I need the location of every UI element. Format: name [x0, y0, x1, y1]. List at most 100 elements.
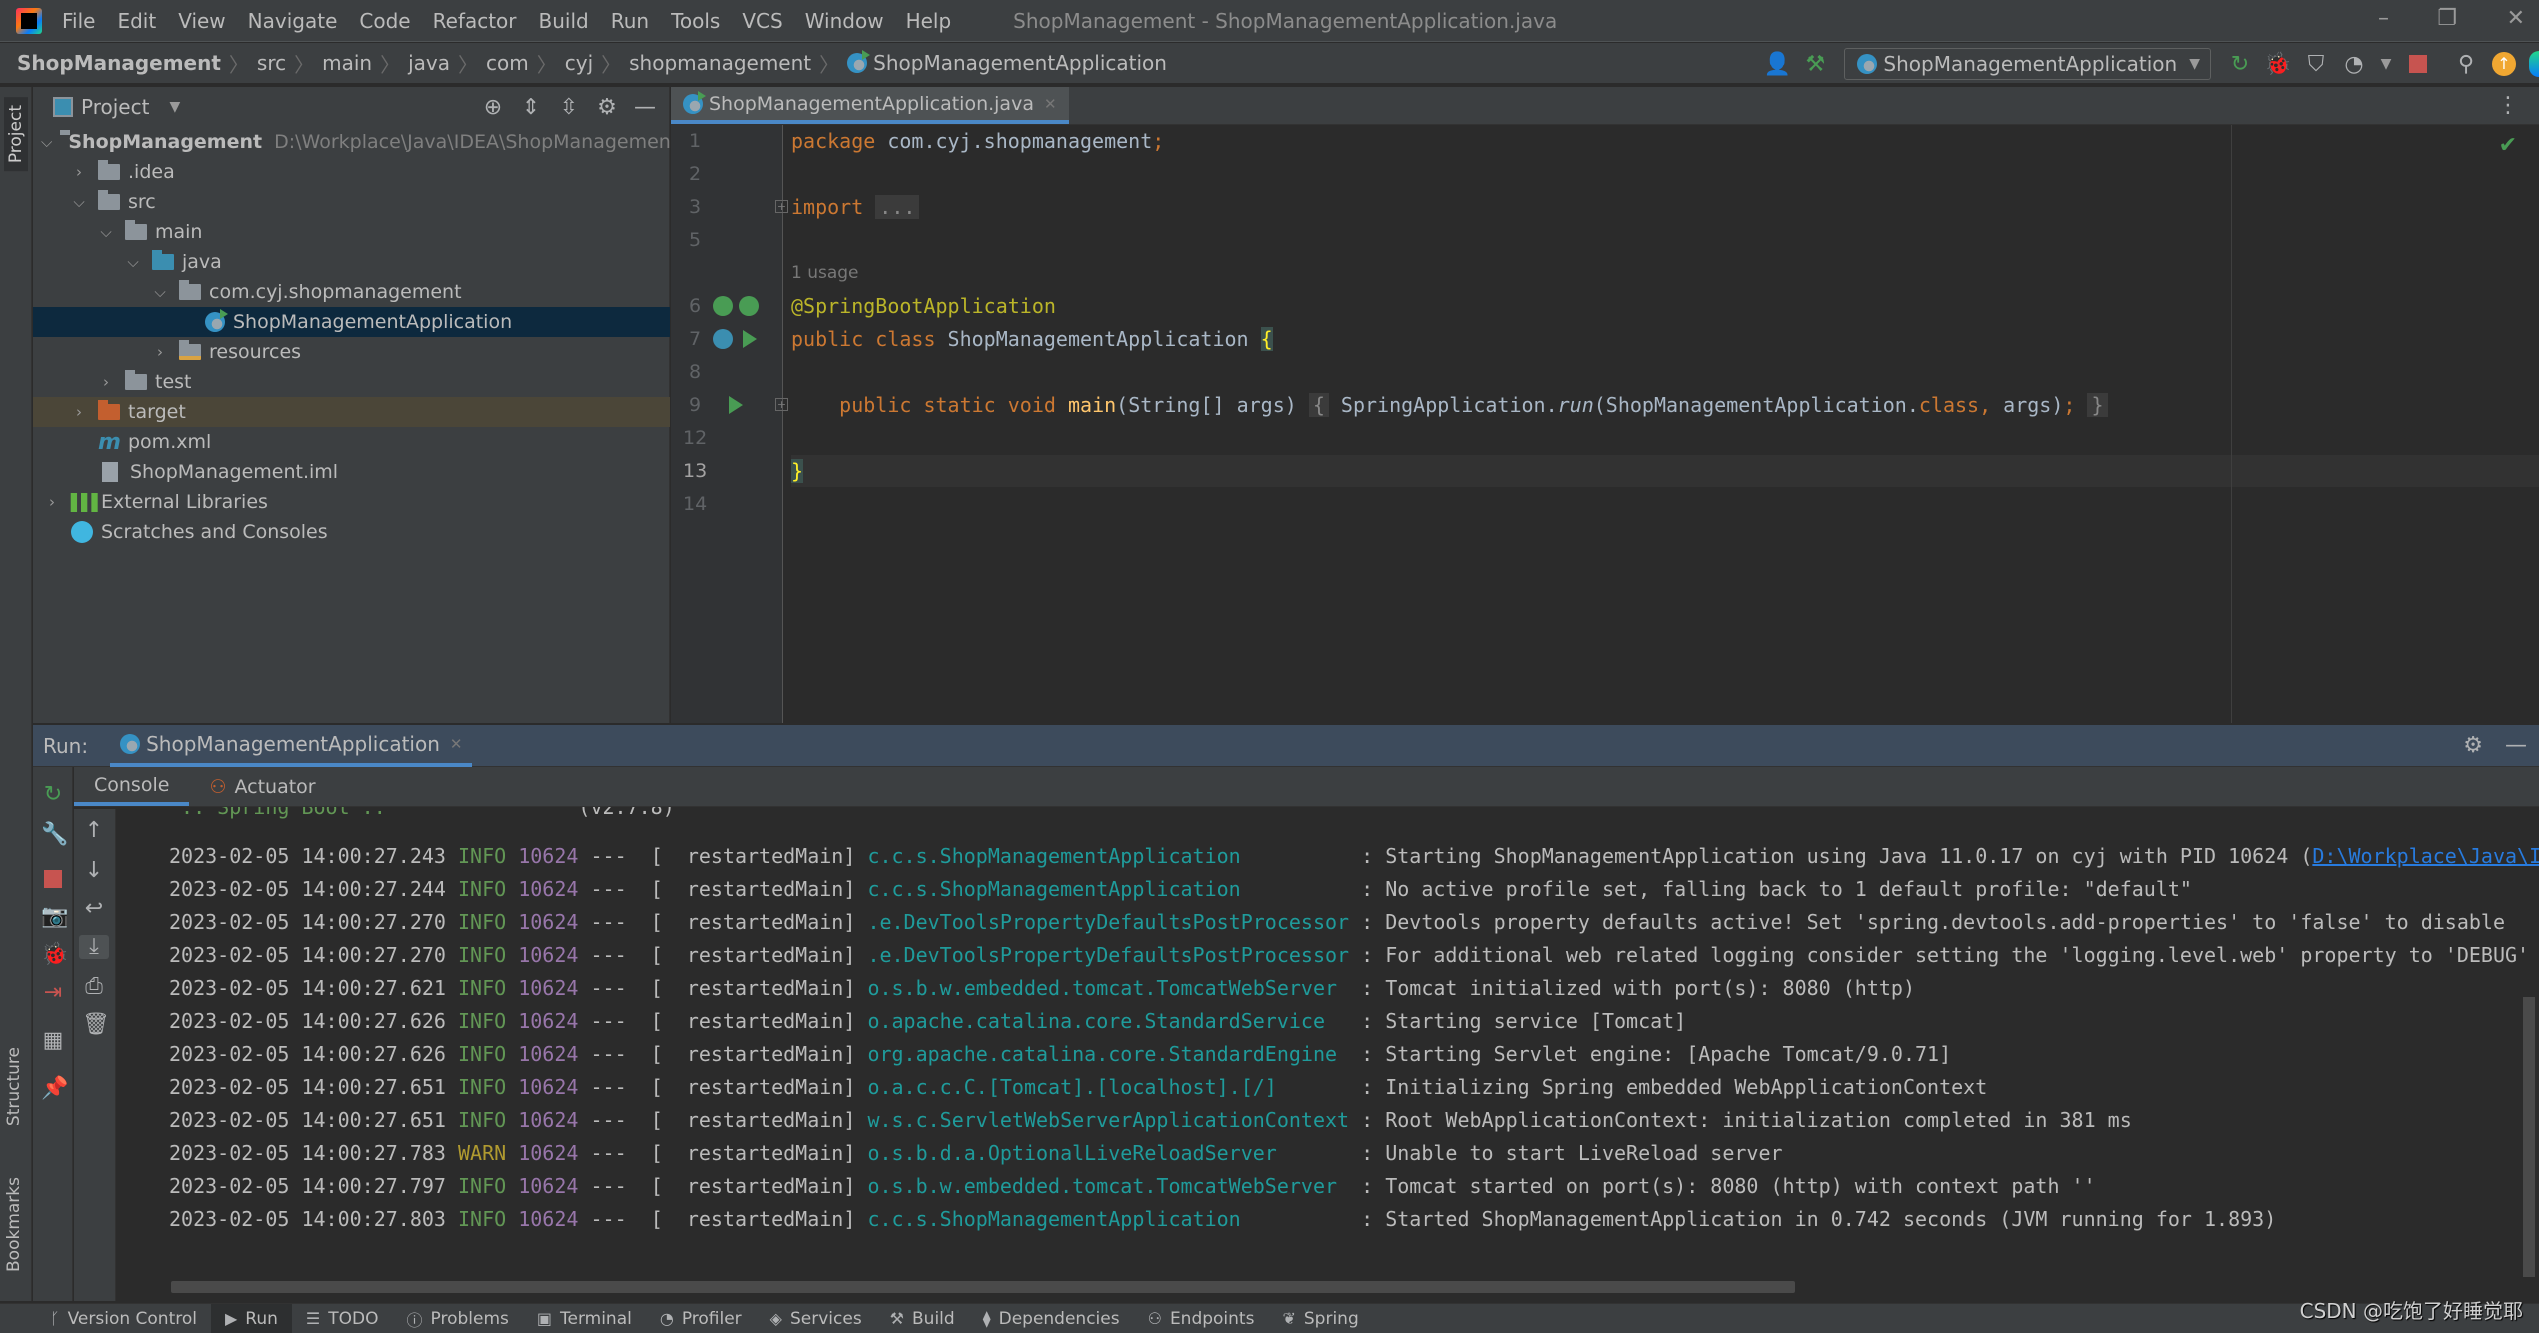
locate-file-icon[interactable]: ⊕: [479, 93, 507, 121]
tool-tab-bookmarks[interactable]: Bookmarks: [4, 1177, 24, 1272]
breadcrumb-main[interactable]: main: [322, 51, 372, 75]
spring-boot-app-icon[interactable]: [713, 329, 733, 349]
fold-method-icon[interactable]: +: [775, 398, 788, 411]
editor-tab-shopmanagementapplication[interactable]: ShopManagementApplication.java ✕: [671, 87, 1069, 124]
breadcrumb-class[interactable]: ShopManagementApplication: [873, 51, 1167, 75]
run-class-icon[interactable]: [743, 330, 757, 348]
no-problems-check-icon[interactable]: ✔: [2499, 133, 2517, 158]
chevron-right-icon[interactable]: ›: [68, 163, 90, 181]
chevron-down-icon[interactable]: ⌵: [122, 253, 144, 271]
breadcrumb-src[interactable]: src: [257, 51, 286, 75]
log-file-link[interactable]: D:\Workplace\Java\IDEA: [2312, 844, 2539, 868]
tool-window-terminal[interactable]: ▣ Terminal: [523, 1304, 646, 1333]
chevron-right-icon[interactable]: ›: [149, 343, 171, 361]
tree-item-iml[interactable]: ShopManagement.iml: [33, 457, 670, 487]
wrench-icon[interactable]: 🔧: [41, 823, 68, 847]
menu-build[interactable]: Build: [539, 9, 589, 33]
tree-item-resources[interactable]: › resources: [33, 337, 670, 367]
restore-button[interactable]: ❐: [2437, 6, 2457, 31]
tab-actuator[interactable]: ⚇ Actuator: [189, 767, 335, 806]
spring-config-icon[interactable]: [739, 296, 759, 316]
tree-item-target[interactable]: › target: [33, 397, 670, 427]
chevron-down-icon[interactable]: ⌵: [149, 283, 171, 301]
tree-item-external-libraries[interactable]: › ▌▌▌ External Libraries: [33, 487, 670, 517]
profile-icon[interactable]: ◔: [2341, 51, 2367, 77]
stop-icon[interactable]: [41, 867, 65, 891]
clear-all-icon[interactable]: 🗑: [82, 1013, 110, 1037]
hide-icon[interactable]: —: [631, 93, 659, 121]
chevron-right-icon[interactable]: ›: [41, 493, 63, 511]
menu-refactor[interactable]: Refactor: [433, 9, 517, 33]
menu-window[interactable]: Window: [805, 9, 884, 33]
pin-icon[interactable]: 📌: [41, 1077, 68, 1101]
tab-console[interactable]: Console: [74, 767, 190, 806]
update-icon[interactable]: ↑: [2491, 51, 2517, 77]
chevron-right-icon[interactable]: ›: [68, 403, 90, 421]
scroll-down-icon[interactable]: ↓: [82, 859, 106, 883]
debug-attach-icon[interactable]: 🐞: [41, 943, 68, 967]
chevron-down-icon[interactable]: ⌵: [68, 193, 90, 211]
menu-code[interactable]: Code: [359, 9, 410, 33]
tree-item-package[interactable]: ⌵ com.cyj.shopmanagement: [33, 277, 670, 307]
tool-tab-project[interactable]: Project: [4, 97, 28, 172]
rerun-icon[interactable]: ↻: [2227, 51, 2253, 77]
breadcrumb-project[interactable]: ShopManagement: [17, 51, 221, 75]
breadcrumb-com[interactable]: com: [486, 51, 529, 75]
scroll-up-icon[interactable]: ↑: [82, 819, 106, 843]
run-configuration-select[interactable]: ShopManagementApplication ▼: [1844, 48, 2211, 80]
chevron-down-icon[interactable]: ▼: [169, 99, 180, 115]
tool-window-services[interactable]: ◈ Services: [756, 1304, 876, 1333]
breadcrumb-cyj[interactable]: cyj: [565, 51, 593, 75]
chevron-right-icon[interactable]: ›: [95, 373, 117, 391]
close-tab-icon[interactable]: ✕: [450, 735, 463, 753]
fold-close-brace[interactable]: }: [2087, 393, 2108, 417]
tool-window-endpoints[interactable]: ⚇ Endpoints: [1134, 1304, 1269, 1333]
tool-window-todo[interactable]: ☰ TODO: [292, 1304, 393, 1333]
tree-item-scratches[interactable]: Scratches and Consoles: [33, 517, 670, 547]
tool-window-spring[interactable]: ❦ Spring: [1268, 1304, 1372, 1333]
menu-vcs[interactable]: VCS: [742, 9, 782, 33]
more-run-options-icon[interactable]: ▼: [2379, 51, 2393, 77]
horizontal-scrollbar[interactable]: [171, 1281, 1795, 1293]
tool-window-version-control[interactable]: ᚴ Version Control: [36, 1304, 211, 1333]
run-tab-shopmanagementapplication[interactable]: ShopManagementApplication ✕: [110, 725, 473, 767]
debug-icon[interactable]: 🐞: [2264, 51, 2291, 77]
tree-item-shopmanagement[interactable]: ⌵ ShopManagement D:\Workplace\Java\IDEA\…: [33, 127, 678, 157]
chevron-down-icon[interactable]: ⌵: [95, 223, 117, 241]
build-hammer-icon[interactable]: ⚒: [1802, 51, 1828, 77]
more-options-icon[interactable]: ⋮: [2497, 93, 2519, 118]
tree-item-java[interactable]: ⌵ java: [33, 247, 670, 277]
tree-item-test[interactable]: › test: [33, 367, 670, 397]
tool-tab-structure[interactable]: Structure: [4, 1047, 24, 1126]
tool-window-build[interactable]: ⚒ Build: [876, 1304, 969, 1333]
menu-file[interactable]: File: [62, 9, 95, 33]
exit-icon[interactable]: ⇥: [41, 981, 65, 1005]
menu-navigate[interactable]: Navigate: [248, 9, 338, 33]
tree-item-idea[interactable]: › .idea: [33, 157, 670, 187]
collapse-all-icon[interactable]: ⇳: [555, 93, 583, 121]
expand-all-icon[interactable]: ⇕: [517, 93, 545, 121]
menu-run[interactable]: Run: [611, 9, 649, 33]
menu-edit[interactable]: Edit: [117, 9, 156, 33]
tool-window-dependencies[interactable]: ⧫ Dependencies: [969, 1304, 1134, 1333]
user-icon[interactable]: 👤: [1764, 51, 1791, 77]
jetbrains-toolbox-icon[interactable]: [2529, 51, 2539, 77]
folded-imports[interactable]: ...: [875, 195, 920, 219]
minimize-button[interactable]: –: [2378, 6, 2389, 31]
tree-item-pom[interactable]: m pom.xml: [33, 427, 670, 457]
close-window-button[interactable]: ✕: [2507, 6, 2525, 31]
print-icon[interactable]: ⎙: [82, 975, 106, 999]
console-output[interactable]: :: Spring Boot :: (v2.7.8) 2023-02-05 14…: [117, 807, 2539, 1301]
breadcrumb-java[interactable]: java: [408, 51, 450, 75]
vertical-scrollbar[interactable]: [2523, 997, 2535, 1277]
gear-icon[interactable]: ⚙: [2463, 733, 2483, 758]
breadcrumb-shopmanagement[interactable]: shopmanagement: [629, 51, 811, 75]
tree-item-src[interactable]: ⌵ src: [33, 187, 670, 217]
tree-item-shopmanagementapplication[interactable]: ShopManagementApplication: [33, 307, 670, 337]
rerun-icon[interactable]: ↻: [41, 783, 65, 807]
usage-hint[interactable]: 1 usage: [791, 257, 859, 289]
close-tab-icon[interactable]: ✕: [1044, 95, 1057, 113]
camera-icon[interactable]: 📷: [41, 905, 68, 929]
soft-wrap-icon[interactable]: ↩: [82, 897, 106, 921]
gear-icon[interactable]: ⚙: [593, 93, 621, 121]
